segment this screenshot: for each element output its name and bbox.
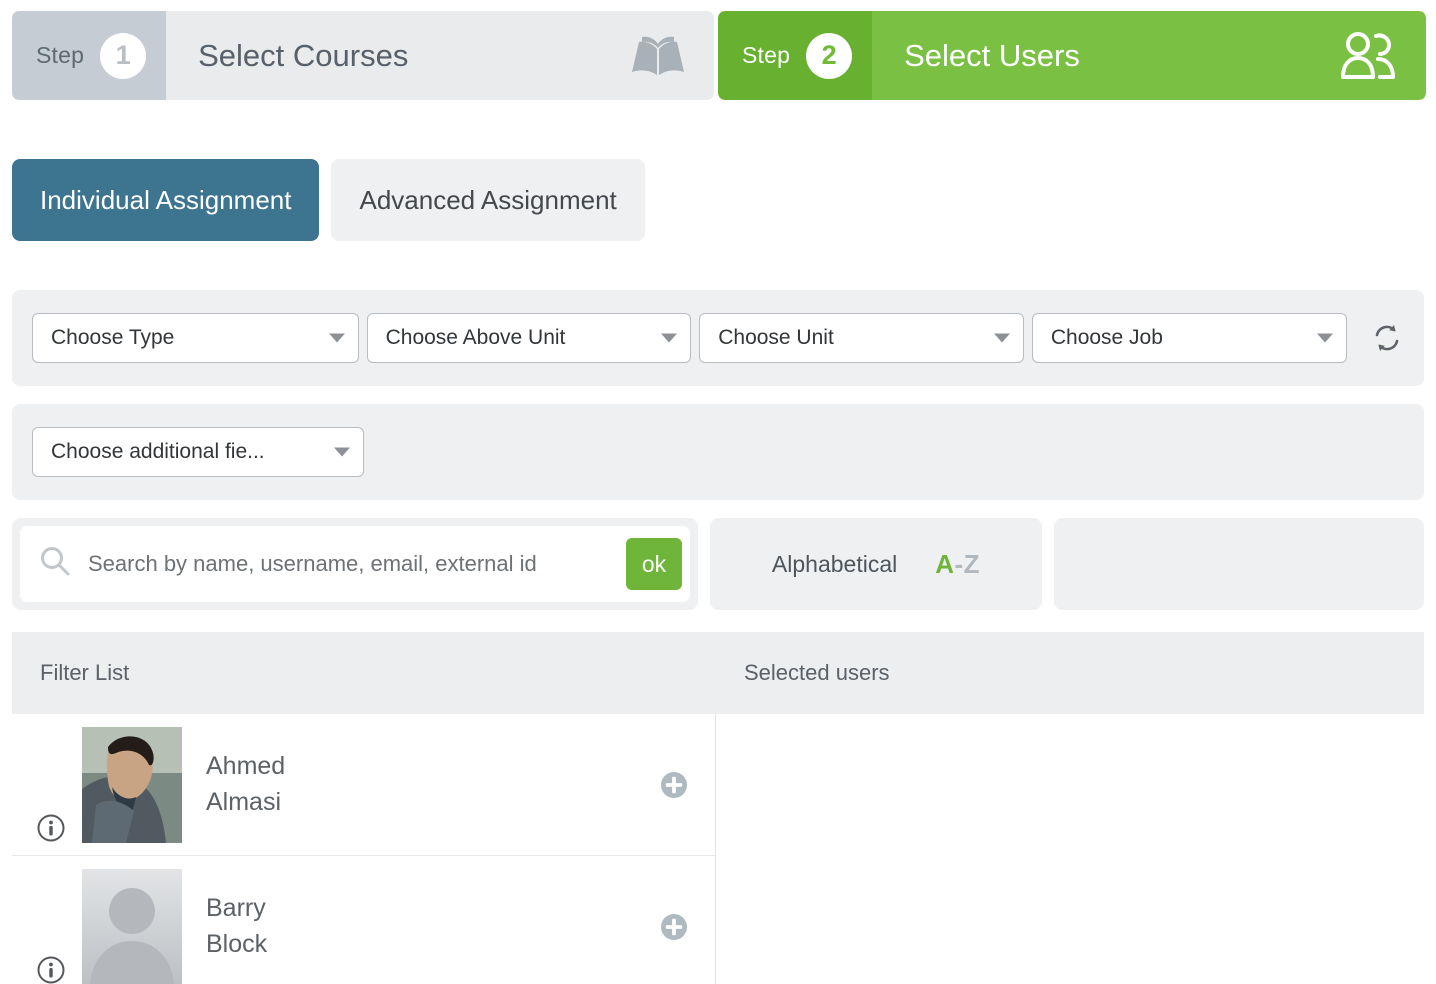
user-name: Ahmed Almasi xyxy=(206,749,659,820)
add-circle-icon[interactable] xyxy=(659,912,693,942)
tab-advanced-assignment[interactable]: Advanced Assignment xyxy=(331,159,645,241)
choose-unit-select[interactable]: Choose Unit xyxy=(699,313,1024,363)
step-2-badge: Step 2 xyxy=(718,11,873,100)
chevron-down-icon xyxy=(1316,333,1333,343)
step-2-select-users[interactable]: Step 2 Select Users xyxy=(718,11,1426,100)
step-1-title: Select Courses xyxy=(198,37,409,73)
filter-list-column: Ahmed Almasi Barry Block xyxy=(12,714,716,984)
filter-panel-primary: Choose Type Choose Above Unit Choose Uni… xyxy=(12,290,1424,386)
choose-above-unit-select[interactable]: Choose Above Unit xyxy=(366,313,692,363)
sort-letter-a: A xyxy=(935,548,955,579)
filter-list-title: Filter List xyxy=(40,660,130,685)
user-name: Barry Block xyxy=(206,891,659,962)
choose-above-unit-value: Choose Above Unit xyxy=(385,326,566,349)
step-2-word: Step xyxy=(742,42,791,68)
choose-additional-field-value: Choose additional fie... xyxy=(51,440,265,463)
sort-direction-az: A-Z xyxy=(935,549,980,580)
select-users-page: Step 1 Select Courses Step 2 Select User… xyxy=(0,0,1436,984)
search-row: ok Alphabetical A-Z xyxy=(12,518,1424,610)
choose-type-select[interactable]: Choose Type xyxy=(32,313,359,363)
add-circle-icon[interactable] xyxy=(659,770,693,800)
choose-job-select[interactable]: Choose Job xyxy=(1031,313,1347,363)
chevron-down-icon xyxy=(328,333,345,343)
alphabetical-sort-button[interactable]: Alphabetical A-Z xyxy=(710,518,1042,610)
search-ok-button[interactable]: ok xyxy=(626,538,682,590)
search-box: ok xyxy=(20,526,690,602)
choose-unit-value: Choose Unit xyxy=(718,326,834,349)
choose-job-value: Choose Job xyxy=(1050,326,1163,349)
chevron-down-icon xyxy=(993,333,1010,343)
user-lists: Filter List Selected users Ahmed Almasi … xyxy=(12,632,1424,984)
choose-type-value: Choose Type xyxy=(51,326,175,349)
avatar-placeholder xyxy=(82,868,182,984)
step-1-word: Step xyxy=(36,42,85,68)
user-last-name: Block xyxy=(206,929,268,958)
sort-letter-z: -Z xyxy=(954,548,981,579)
choose-additional-field-select[interactable]: Choose additional fie... xyxy=(32,427,364,477)
assignment-tabs: Individual Assignment Advanced Assignmen… xyxy=(12,159,645,241)
step-1-number: 1 xyxy=(100,32,147,79)
filter-panel-additional: Choose additional fie... xyxy=(12,404,1424,500)
open-book-icon xyxy=(630,34,686,78)
user-lists-header: Filter List Selected users xyxy=(12,632,1424,714)
refresh-icon[interactable] xyxy=(1371,321,1404,355)
search-input[interactable] xyxy=(86,550,612,578)
user-first-name: Barry xyxy=(206,894,266,922)
sort-label: Alphabetical xyxy=(771,550,898,577)
step-1-badge: Step 1 xyxy=(12,11,167,100)
selected-users-header: Selected users xyxy=(716,632,1424,714)
step-2-title: Select Users xyxy=(904,37,1080,73)
step-2-body: Select Users xyxy=(872,11,1426,100)
search-icon xyxy=(38,545,72,584)
user-first-name: Ahmed xyxy=(206,752,286,780)
step-2-number: 2 xyxy=(806,32,853,79)
user-lists-body: Ahmed Almasi Barry Block xyxy=(12,714,1424,984)
step-1-select-courses[interactable]: Step 1 Select Courses xyxy=(12,11,714,100)
step-1-body: Select Courses xyxy=(166,11,714,100)
users-icon xyxy=(1336,31,1398,81)
selected-users-column[interactable] xyxy=(716,714,1424,984)
filter-list-header: Filter List xyxy=(12,632,716,714)
empty-toolbar-panel xyxy=(1054,518,1424,610)
info-icon[interactable] xyxy=(36,869,70,984)
search-container: ok xyxy=(12,518,698,610)
table-row[interactable]: Barry Block xyxy=(12,856,715,984)
avatar xyxy=(82,726,182,843)
selected-users-title: Selected users xyxy=(744,660,890,685)
chevron-down-icon xyxy=(661,333,678,343)
tab-individual-assignment[interactable]: Individual Assignment xyxy=(12,159,320,241)
chevron-down-icon xyxy=(334,447,350,457)
user-last-name: Almasi xyxy=(206,787,282,816)
step-header: Step 1 Select Courses Step 2 Select User… xyxy=(0,0,1436,105)
table-row[interactable]: Ahmed Almasi xyxy=(12,714,715,856)
info-icon[interactable] xyxy=(36,727,70,843)
